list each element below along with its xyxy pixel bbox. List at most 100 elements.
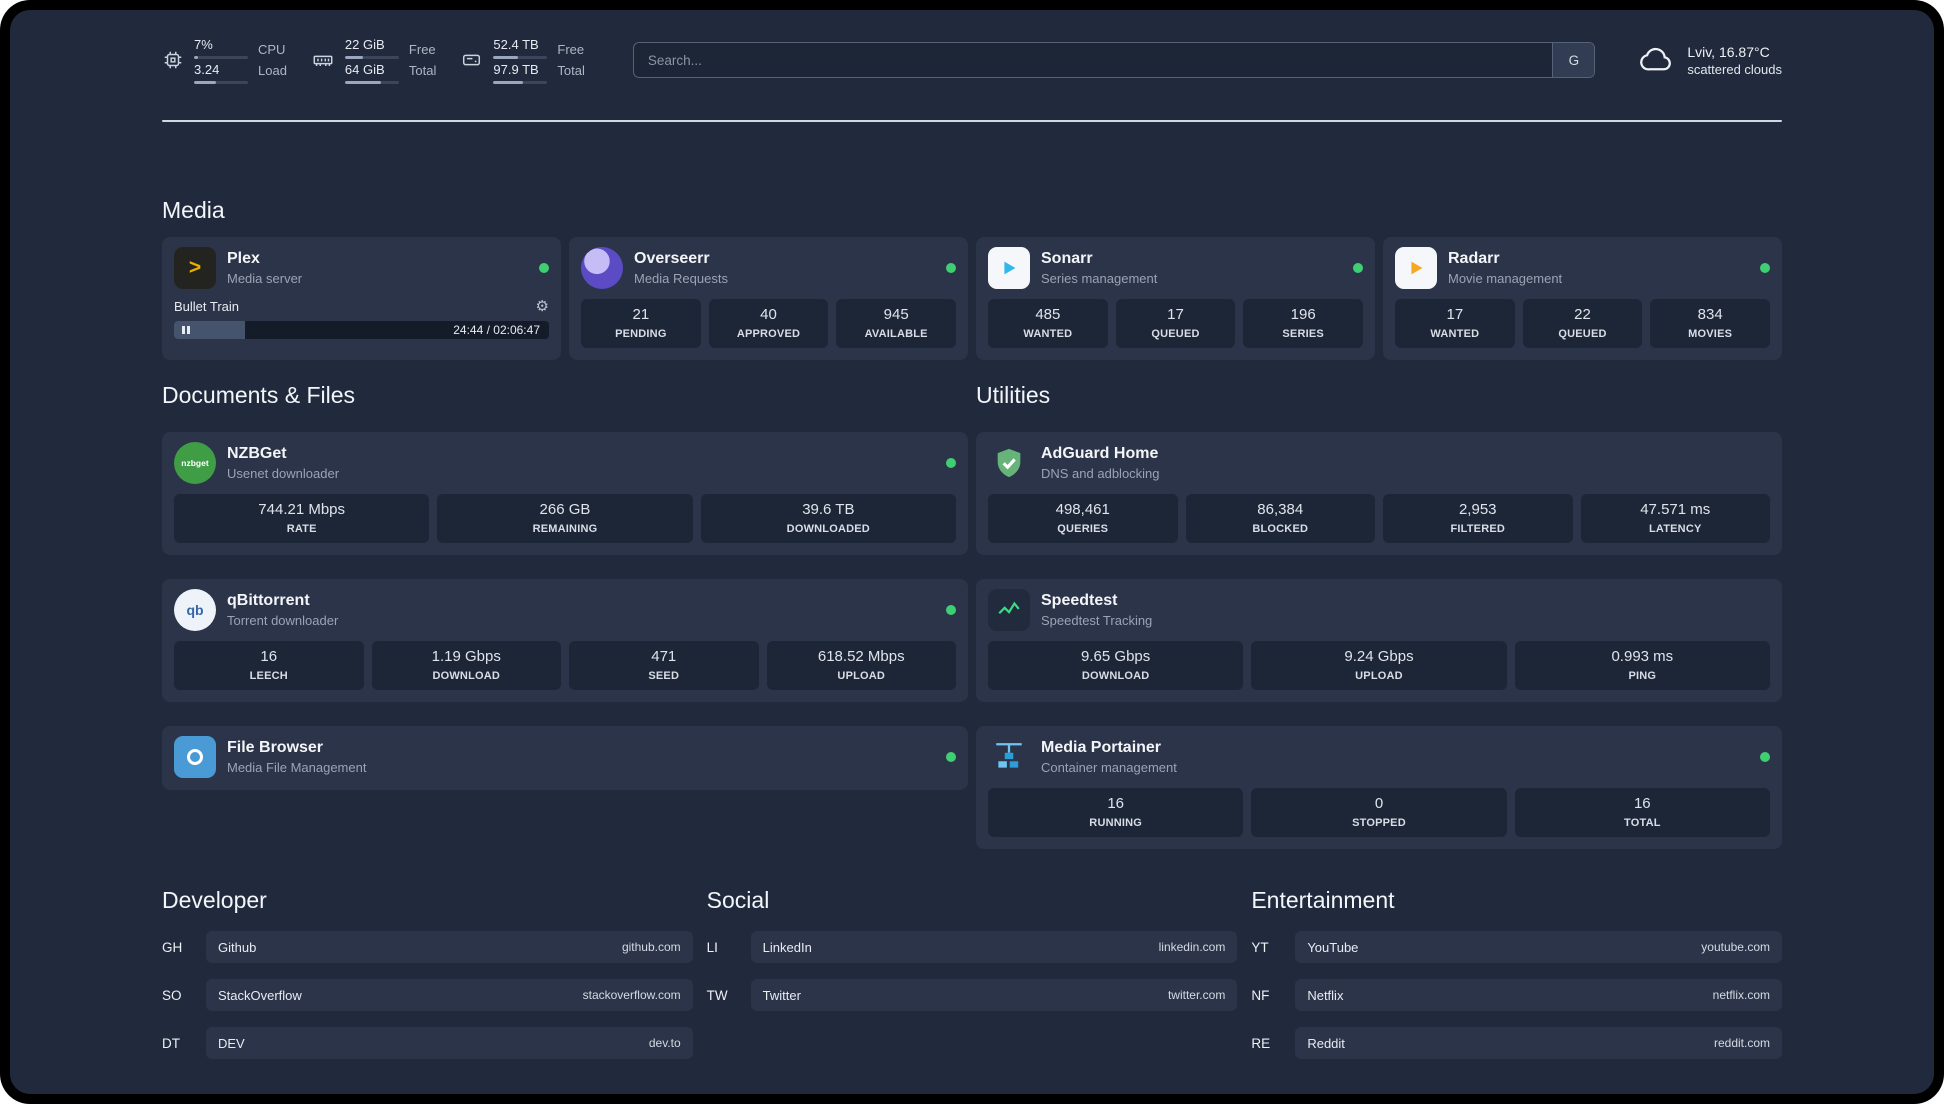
stat-upload: 9.24 Gbps UPLOAD (1251, 641, 1507, 690)
section-title-developer: Developer (162, 887, 267, 913)
service-subtitle: Series management (1041, 271, 1158, 286)
stat-downloaded: 39.6 TB DOWNLOADED (700, 494, 956, 543)
search-engine-button[interactable]: G (1552, 43, 1595, 77)
dashboard-page: 7% 3.24 CPU Load 22 GiB 64 GiB Free Tota… (10, 10, 1934, 1094)
memory-free-label: Free (408, 41, 436, 57)
bookmark-netflix[interactable]: Netflix netflix.com (1295, 979, 1782, 1011)
service-card-speedtest[interactable]: Speedtest Speedtest Tracking 9.65 Gbps D… (976, 579, 1782, 702)
service-name: qBittorrent (227, 592, 310, 609)
qbittorrent-icon: qb (174, 589, 216, 631)
status-dot (1353, 263, 1363, 273)
service-card-sonarr[interactable]: Sonarr Series management 485 WANTED 17 Q… (976, 237, 1375, 360)
bookmark-abbr: SO (162, 987, 182, 1003)
bookmark-abbr: YT (1251, 939, 1269, 955)
memory-icon (311, 49, 335, 71)
bookmark-dev[interactable]: DEV dev.to (206, 1027, 693, 1059)
stat-download: 9.65 Gbps DOWNLOAD (988, 641, 1244, 690)
nzbget-icon: nzbget (174, 442, 216, 484)
stat-wanted: 485 WANTED (988, 299, 1108, 348)
status-dot (946, 458, 956, 468)
service-name: Radarr (1448, 250, 1500, 267)
service-card-nzbget[interactable]: nzbget NZBGet Usenet downloader 744.21 M… (162, 432, 968, 555)
sonarr-icon (988, 247, 1030, 289)
bookmarks-area: Developer GH Github github.com SO StackO… (162, 885, 1782, 1059)
cpu-label: CPU (258, 41, 286, 57)
stat-movies: 834 MOVIES (1650, 299, 1770, 348)
stat-filtered: 2,953 FILTERED (1383, 494, 1573, 543)
bookmark-youtube[interactable]: YouTube youtube.com (1295, 931, 1782, 963)
radarr-icon (1395, 247, 1437, 289)
stat-stopped: 0 STOPPED (1251, 788, 1507, 837)
bookmark-row: RE Reddit reddit.com (1251, 1027, 1782, 1059)
bookmark-row: GH Github github.com (162, 931, 693, 963)
stat-series: 196 SERIES (1243, 299, 1363, 348)
stat-queued: 22 QUEUED (1522, 299, 1643, 348)
service-subtitle: Movie management (1448, 271, 1563, 286)
bookmark-github[interactable]: Github github.com (206, 931, 693, 963)
disk-free-value: 52.4 TB (493, 36, 539, 52)
section-title-entertainment: Entertainment (1251, 887, 1395, 913)
service-card-radarr[interactable]: Radarr Movie management 17 WANTED 22 QUE… (1383, 237, 1782, 360)
status-dot (1760, 752, 1770, 762)
service-subtitle: Media server (227, 271, 303, 286)
bookmark-abbr: RE (1251, 1035, 1271, 1051)
pause-icon[interactable] (182, 326, 190, 334)
disk-icon (460, 49, 483, 71)
stat-pending: 21 PENDING (581, 299, 701, 348)
section-title-documents: Documents & Files (162, 382, 356, 408)
service-subtitle: Container management (1041, 760, 1177, 775)
service-card-qbittorrent[interactable]: qb qBittorrent Torrent downloader 16 LEE… (162, 579, 968, 702)
search-input[interactable] (633, 43, 1553, 77)
status-dot (539, 263, 549, 273)
stat-rate: 744.21 Mbps RATE (174, 494, 430, 543)
adguard-icon (988, 442, 1030, 484)
speedtest-icon (988, 589, 1030, 631)
stat-latency: 47.571 ms LATENCY (1580, 494, 1770, 543)
service-card-adguard[interactable]: AdGuard Home DNS and adblocking 498,461 … (976, 432, 1782, 555)
service-subtitle: Media File Management (227, 760, 367, 775)
service-name: AdGuard Home (1041, 445, 1159, 462)
section-title-media: Media (162, 197, 225, 223)
portainer-icon (988, 736, 1030, 778)
stat-seed: 471 SEED (569, 641, 759, 690)
documents-column: Documents & Files nzbget NZBGet Usenet d… (162, 380, 968, 849)
service-name: Overseerr (634, 250, 710, 267)
filebrowser-icon (174, 736, 216, 778)
service-name: Sonarr (1041, 250, 1093, 267)
service-card-overseerr[interactable]: Overseerr Media Requests 21 PENDING 40 A… (569, 237, 968, 360)
bookmark-reddit[interactable]: Reddit reddit.com (1295, 1027, 1782, 1059)
bookmark-stackoverflow[interactable]: StackOverflow stackoverflow.com (206, 979, 693, 1011)
now-playing-title: Bullet Train (174, 298, 240, 314)
status-dot (946, 263, 956, 273)
cloud-icon (1639, 44, 1675, 77)
playback-progress-bar[interactable]: 24:44 / 02:06:47 (174, 321, 549, 339)
service-card-filebrowser[interactable]: File Browser Media File Management (162, 726, 968, 790)
service-subtitle: Media Requests (634, 271, 728, 286)
load-label: Load (258, 62, 287, 78)
service-card-portainer[interactable]: Media Portainer Container management 16 … (976, 726, 1782, 849)
stat-wanted: 17 WANTED (1395, 299, 1515, 348)
stat-queries: 498,461 QUERIES (988, 494, 1178, 543)
section-title-utilities: Utilities (976, 382, 1051, 408)
stat-leech: 16 LEECH (174, 641, 364, 690)
memory-widget: 22 GiB 64 GiB Free Total (311, 37, 436, 84)
service-name: Speedtest (1041, 592, 1118, 609)
search-bar: G (632, 42, 1596, 78)
utilities-column: Utilities AdGuard Home DNS and adblockin… (976, 380, 1782, 849)
weather-condition: scattered clouds (1687, 61, 1782, 77)
overseerr-icon (581, 247, 623, 289)
stat-queued: 17 QUEUED (1115, 299, 1236, 348)
cpu-percent-bar (194, 55, 248, 59)
middle-columns: Documents & Files nzbget NZBGet Usenet d… (162, 380, 1782, 849)
bookmark-row: SO StackOverflow stackoverflow.com (162, 979, 693, 1011)
weather-widget: Lviv, 16.87°C scattered clouds (1639, 43, 1782, 78)
service-card-plex[interactable]: > Plex Media server Bullet Train ⚙ 24:44… (162, 237, 561, 360)
settings-gear-icon[interactable]: ⚙ (536, 298, 549, 314)
bookmark-abbr: GH (162, 939, 183, 955)
service-subtitle: Torrent downloader (227, 613, 339, 628)
bookmark-row: LI LinkedIn linkedin.com (707, 931, 1238, 963)
bookmark-linkedin[interactable]: LinkedIn linkedin.com (750, 931, 1238, 963)
bookmark-twitter[interactable]: Twitter twitter.com (750, 979, 1238, 1011)
cpu-percent: 7% (194, 36, 213, 52)
memory-free-bar (344, 55, 399, 59)
